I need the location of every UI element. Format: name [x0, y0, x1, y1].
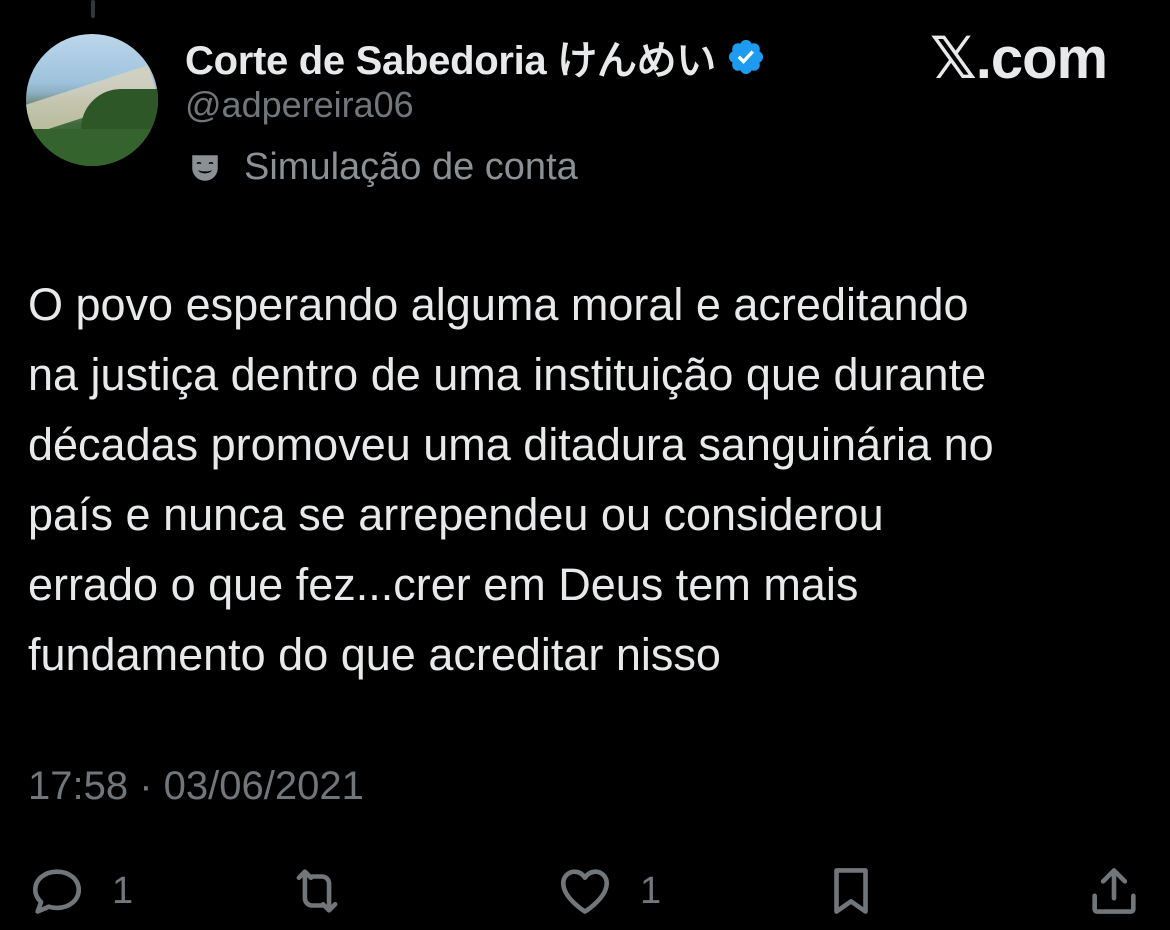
tweet-text: O povo esperando alguma moral e acredita…: [28, 270, 1148, 690]
author-name-row[interactable]: Corte de Sabedoria けんめい: [185, 28, 766, 86]
avatar-foreground: [26, 129, 158, 166]
reply-icon: [32, 869, 82, 914]
like-button[interactable]: 1: [556, 862, 661, 920]
retweet-button[interactable]: [288, 862, 346, 920]
reply-count: 1: [112, 869, 134, 912]
reply-button[interactable]: 1: [28, 862, 133, 920]
share-icon: [1092, 868, 1136, 914]
verified-badge-icon: [728, 39, 764, 75]
bookmark-icon: [834, 868, 868, 914]
tweet-text-line: décadas promoveu uma ditadura sanguinári…: [28, 419, 994, 470]
tweet-text-line: fundamento do que acreditar nisso: [28, 629, 721, 680]
theater-mask-icon: [192, 154, 218, 181]
tweet-text-line: na justiça dentro de uma instituição que…: [28, 349, 987, 400]
x-watermark: 𝕏.com: [930, 26, 1108, 91]
tweet-timestamp[interactable]: 17:58 · 03/06/2021: [28, 764, 364, 809]
bookmark-button[interactable]: [822, 862, 880, 920]
parody-account-label: Simulação de conta: [188, 146, 578, 189]
retweet-icon: [296, 869, 338, 913]
avatar[interactable]: [26, 34, 158, 166]
author-handle[interactable]: @adpereira06: [185, 84, 414, 126]
share-button[interactable]: [1085, 862, 1143, 920]
tweet-text-line: errado o que fez...crer em Deus tem mais: [28, 559, 859, 610]
thread-connector-line: [91, 0, 95, 18]
tweet-text-line: O povo esperando alguma moral e acredita…: [28, 279, 969, 330]
like-count: 1: [640, 869, 662, 912]
heart-icon: [560, 869, 610, 914]
author-display-name[interactable]: Corte de Sabedoria けんめい: [185, 28, 716, 86]
tweet-text-line: país e nunca se arrependeu ou considerou: [28, 489, 884, 540]
parody-label-text: Simulação de conta: [244, 146, 578, 188]
